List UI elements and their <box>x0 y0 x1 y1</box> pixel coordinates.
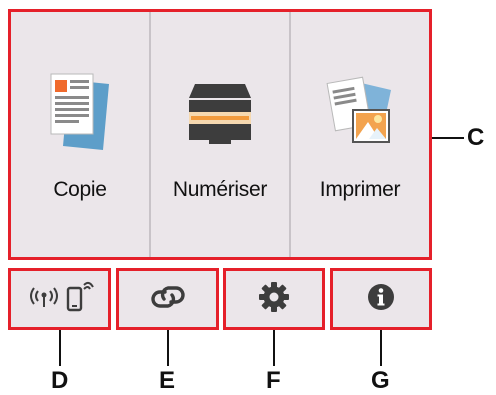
info-button[interactable] <box>330 268 432 330</box>
bottom-button-row <box>8 268 432 330</box>
callout-d-line <box>59 330 61 366</box>
print-label: Imprimer <box>319 178 401 201</box>
home-panel: Copie Numériser Imprimer <box>8 9 432 260</box>
print-tile[interactable]: Imprimer <box>289 12 429 257</box>
scan-tile[interactable]: Numériser <box>149 12 289 257</box>
copy-icon <box>41 70 119 152</box>
copy-tile[interactable]: Copie <box>11 12 149 257</box>
callout-f-label: F <box>266 367 281 394</box>
settings-button[interactable] <box>223 268 325 330</box>
callout-f-line <box>273 330 275 366</box>
scan-label: Numériser <box>172 178 268 201</box>
callout-e-line <box>167 330 169 366</box>
link-icon <box>148 282 188 317</box>
info-icon <box>366 282 396 317</box>
callout-g-line <box>380 330 382 366</box>
callout-c-line <box>432 137 464 139</box>
wireless-status-button[interactable] <box>8 268 111 330</box>
callout-e-label: E <box>159 367 176 394</box>
gear-icon <box>258 281 290 318</box>
callout-d-label: D <box>51 367 69 394</box>
wireless-status-icon <box>24 280 96 319</box>
link-button[interactable] <box>116 268 219 330</box>
callout-c-label: C <box>467 124 485 151</box>
callout-g-label: G <box>371 367 390 394</box>
scanner-icon <box>181 70 259 152</box>
print-photo-icon <box>321 70 399 152</box>
copy-label: Copie <box>53 178 107 201</box>
